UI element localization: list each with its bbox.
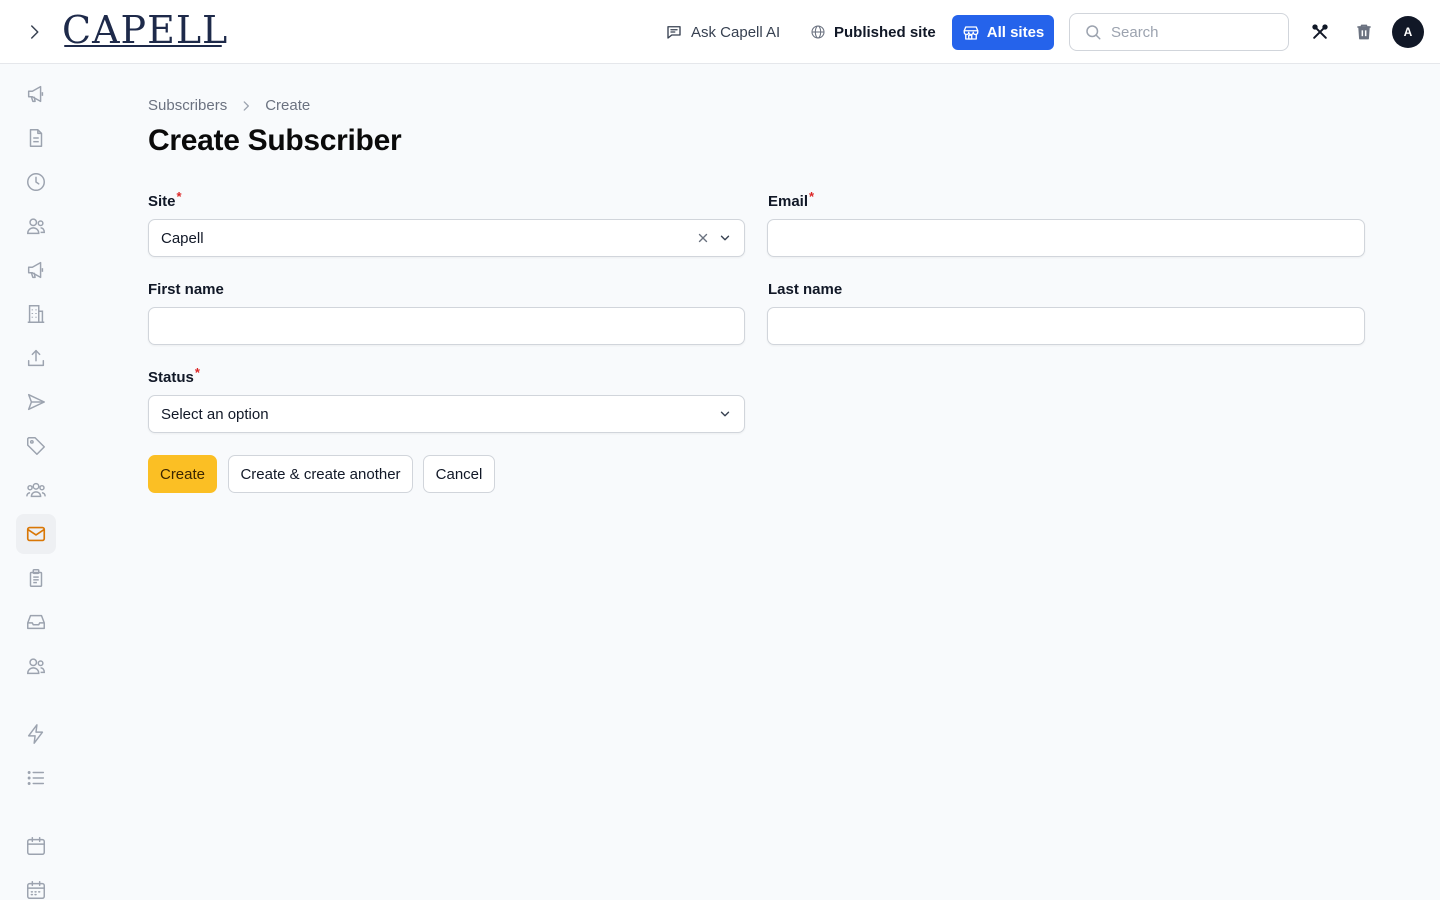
search-input[interactable] (1111, 23, 1271, 41)
global-search[interactable] (1069, 13, 1289, 51)
sidebar-item-tags[interactable] (16, 426, 56, 466)
sidebar-item-lists[interactable] (16, 758, 56, 798)
sidebar-item-pages[interactable] (16, 118, 56, 158)
tag-icon (27, 437, 45, 455)
chevron-right-icon (31, 25, 39, 39)
email-field[interactable] (780, 229, 1352, 247)
list-icon (27, 771, 45, 785)
user-group-icon (26, 482, 46, 498)
create-another-button[interactable]: Create & create another (228, 455, 413, 493)
status-label-text: Status (148, 369, 194, 386)
document-icon (29, 129, 43, 147)
sidebar-item-forms[interactable] (16, 558, 56, 598)
top-bar: CAPELL Ask Capell AI Published site All … (0, 0, 1440, 64)
page-title: Create Subscriber (148, 124, 402, 157)
last-name-label: Last name (768, 281, 843, 298)
site-select[interactable]: Capell (148, 219, 745, 257)
site-select-value: Capell (161, 229, 204, 247)
status-label: Status* (148, 365, 200, 386)
required-marker: * (176, 189, 182, 204)
sidebar-item-team[interactable] (16, 646, 56, 686)
published-site-label: Published site (834, 23, 936, 41)
site-label-text: Site (148, 193, 176, 210)
envelope-icon (26, 526, 46, 542)
clipboard-icon (29, 569, 43, 587)
bolt-icon (27, 724, 44, 744)
wrench-screwdriver-icon (1312, 24, 1328, 39)
storefront-icon (963, 25, 979, 40)
megaphone-icon (27, 261, 44, 279)
sidebar-item-organisations[interactable] (16, 294, 56, 334)
last-name-field-wrapper (767, 307, 1365, 345)
megaphone-icon (27, 85, 44, 103)
chevron-down-icon (720, 235, 730, 241)
search-icon (1086, 25, 1101, 40)
email-field-wrapper (767, 219, 1365, 257)
all-sites-label: All sites (986, 24, 1045, 41)
calendar-days-icon (27, 881, 45, 899)
required-marker: * (809, 189, 815, 204)
clear-selection-icon[interactable] (696, 231, 710, 245)
chevron-right-icon (243, 100, 250, 111)
sidebar-nav (0, 65, 72, 900)
create-button[interactable]: Create (148, 455, 217, 493)
inbox-icon (27, 614, 45, 630)
email-label: Email* (768, 189, 814, 210)
send-icon (27, 393, 45, 411)
upload-icon (27, 349, 45, 367)
trash-button[interactable] (1352, 20, 1376, 44)
logo-swoosh (64, 45, 222, 47)
sidebar-item-groups[interactable] (16, 470, 56, 510)
sidebar-item-schedule[interactable] (16, 870, 56, 900)
sidebar-item-automations[interactable] (16, 714, 56, 754)
last-name-field[interactable] (780, 317, 1352, 335)
cancel-button[interactable]: Cancel (423, 455, 495, 493)
building-icon (27, 305, 45, 323)
ask-ai-link[interactable]: Ask Capell AI (665, 16, 780, 48)
breadcrumb-subscribers-link[interactable]: Subscribers (148, 97, 227, 114)
expand-sidebar-button[interactable] (20, 18, 48, 46)
sidebar-item-imports[interactable] (16, 338, 56, 378)
site-label: Site* (148, 189, 182, 210)
status-select[interactable]: Select an option (148, 395, 745, 433)
sidebar-item-users[interactable] (16, 206, 56, 246)
first-name-field[interactable] (161, 317, 732, 335)
sidebar-item-history[interactable] (16, 162, 56, 202)
sidebar-item-announcements[interactable] (16, 250, 56, 290)
email-label-text: Email (768, 193, 809, 210)
users-icon (27, 218, 45, 235)
users-icon (27, 658, 45, 675)
status-select-placeholder: Select an option (161, 405, 269, 423)
sidebar-item-campaigns[interactable] (16, 74, 56, 114)
user-avatar[interactable]: A (1392, 16, 1424, 48)
tools-button[interactable] (1308, 20, 1332, 44)
published-site-link[interactable]: Published site (810, 16, 936, 48)
ask-ai-label: Ask Capell AI (691, 23, 781, 41)
calendar-icon (27, 837, 45, 855)
sidebar-item-calendar[interactable] (16, 826, 56, 866)
first-name-label: First name (148, 281, 224, 298)
clock-icon (27, 173, 45, 191)
required-marker: * (194, 365, 200, 380)
first-name-field-wrapper (148, 307, 745, 345)
sidebar-item-sends[interactable] (16, 382, 56, 422)
globe-icon (811, 25, 825, 39)
sidebar-item-inbox[interactable] (16, 602, 56, 642)
breadcrumb-current: Create (265, 97, 311, 114)
chevron-down-icon (720, 411, 730, 417)
trash-icon (1357, 24, 1371, 40)
chat-bubble-icon (667, 26, 681, 39)
breadcrumb: Subscribers Create (148, 97, 310, 114)
sidebar-item-subscribers[interactable] (16, 514, 56, 554)
all-sites-button[interactable]: All sites (952, 15, 1054, 50)
